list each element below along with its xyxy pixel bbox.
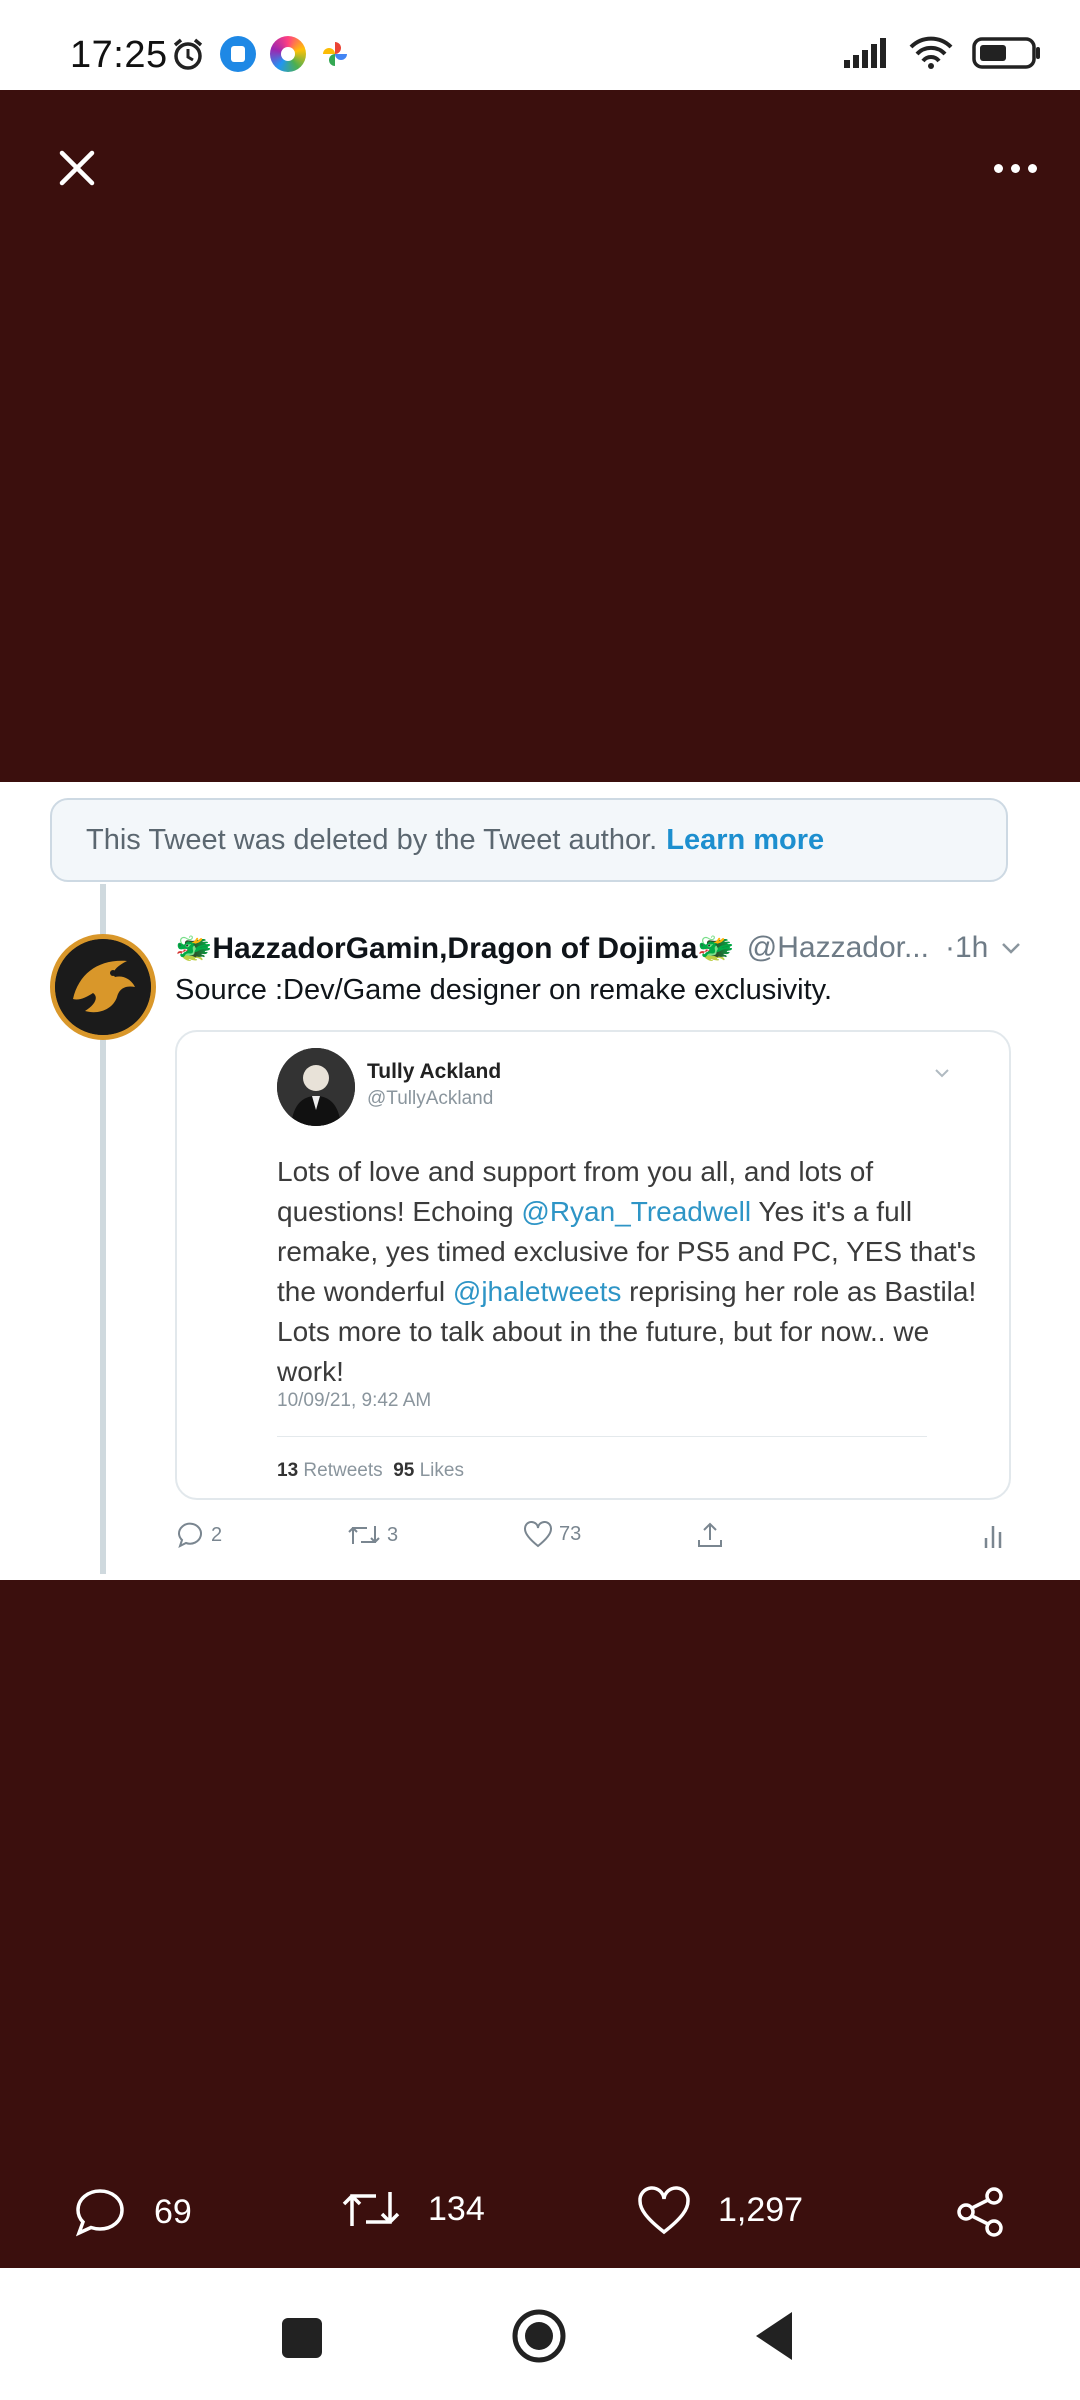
retweet-count: 3 <box>387 1523 399 1546</box>
like-button[interactable]: 1,297 <box>636 2184 803 2236</box>
reply-count: 2 <box>211 1523 223 1546</box>
share-icon <box>957 2187 1003 2237</box>
divider <box>277 1436 927 1437</box>
retweet-icon <box>348 1526 380 1544</box>
app-notification-icon <box>220 36 256 72</box>
author-handle: @Hazzador... <box>746 931 929 964</box>
back-button[interactable] <box>752 2308 796 2364</box>
tweet-author-line: 🐲HazzadorGamin,Dragon of Dojima🐲 @Hazzad… <box>175 924 1025 972</box>
share-icon <box>698 1522 722 1547</box>
quoted-author-name: Tully Ackland <box>367 1060 502 1083</box>
status-time: 17:25 <box>70 34 168 76</box>
chevron-down-icon <box>1002 943 1020 954</box>
quoted-tweet-date: 10/09/21, 9:42 AM <box>277 1390 432 1411</box>
like-action: 73 <box>523 1520 581 1548</box>
pinwheel-icon <box>323 42 347 66</box>
mention-link: @jhaletweets <box>452 1276 622 1307</box>
heart-icon <box>638 2186 690 2235</box>
reply-action: 2 <box>175 1520 222 1550</box>
home-button[interactable] <box>511 2308 567 2364</box>
status-bar: 17:25 <box>0 0 1080 90</box>
retweet-count: 13 <box>277 1460 299 1481</box>
mention-link: @Ryan_Treadwell <box>521 1196 752 1227</box>
quoted-tweet-card: Tully Ackland @TullyAckland Lots of love… <box>175 1030 1011 1500</box>
more-options-button[interactable] <box>980 150 1050 186</box>
retweet-label: Retweets <box>303 1460 383 1481</box>
quoted-tweet-stats: 13 Retweets 95 Likes <box>277 1460 464 1482</box>
person-portrait-icon <box>277 1048 355 1126</box>
tweet-text: Source :Dev/Game designer on remake excl… <box>175 974 833 1006</box>
share-action <box>695 1520 725 1550</box>
tweet-time: ·1h <box>944 931 989 964</box>
notification-icons <box>170 36 350 72</box>
dragon-logo-icon <box>55 939 151 1035</box>
tweet-screenshot-image[interactable]: This Tweet was deleted by the Tweet auth… <box>0 782 1080 1580</box>
like-count: 95 <box>393 1460 415 1481</box>
signal-icon <box>844 38 886 68</box>
reply-button[interactable]: 69 <box>72 2184 192 2240</box>
quoted-author-avatar <box>277 1048 355 1126</box>
deleted-tweet-notice: This Tweet was deleted by the Tweet auth… <box>50 798 1008 882</box>
media-viewer-background <box>0 90 1080 780</box>
heart-icon <box>524 1521 552 1548</box>
deleted-notice-text: This Tweet was deleted by the Tweet auth… <box>86 823 658 856</box>
quoted-author-handle: @TullyAckland <box>367 1088 494 1109</box>
battery-icon <box>972 37 1040 69</box>
retweet-button[interactable]: 134 <box>340 2184 485 2234</box>
retweet-icon <box>342 2192 400 2226</box>
more-dot <box>1027 163 1037 173</box>
chevron-down-icon <box>935 1069 949 1078</box>
system-icons <box>844 36 1042 70</box>
reply-count: 69 <box>154 2192 192 2231</box>
quoted-tweet-body: Lots of love and support from you all, a… <box>277 1152 977 1392</box>
author-avatar <box>50 934 156 1040</box>
wifi-icon <box>909 36 953 69</box>
tweet-actions-in-image: 2 3 73 <box>175 1512 1010 1562</box>
share-button[interactable] <box>952 2184 1008 2240</box>
like-label: Likes <box>419 1460 464 1481</box>
like-count: 1,297 <box>718 2190 804 2229</box>
retweet-action: 3 <box>347 1520 398 1550</box>
like-count: 73 <box>559 1522 582 1545</box>
author-name: 🐲HazzadorGamin,Dragon of Dojima🐲 <box>175 931 735 965</box>
close-icon[interactable] <box>52 143 102 193</box>
system-navigation-bar <box>0 2268 1080 2400</box>
alarm-icon <box>173 38 203 70</box>
analytics-icon <box>984 1526 1002 1548</box>
more-dot <box>1010 163 1020 173</box>
lens-app-icon <box>270 36 306 72</box>
more-dot <box>993 163 1003 173</box>
learn-more-link: Learn more <box>666 823 825 856</box>
reply-icon <box>75 2189 124 2237</box>
recent-apps-button[interactable] <box>282 2318 322 2358</box>
analytics-action <box>983 1520 1003 1550</box>
reply-icon <box>177 1522 202 1548</box>
retweet-count: 134 <box>428 2189 485 2228</box>
